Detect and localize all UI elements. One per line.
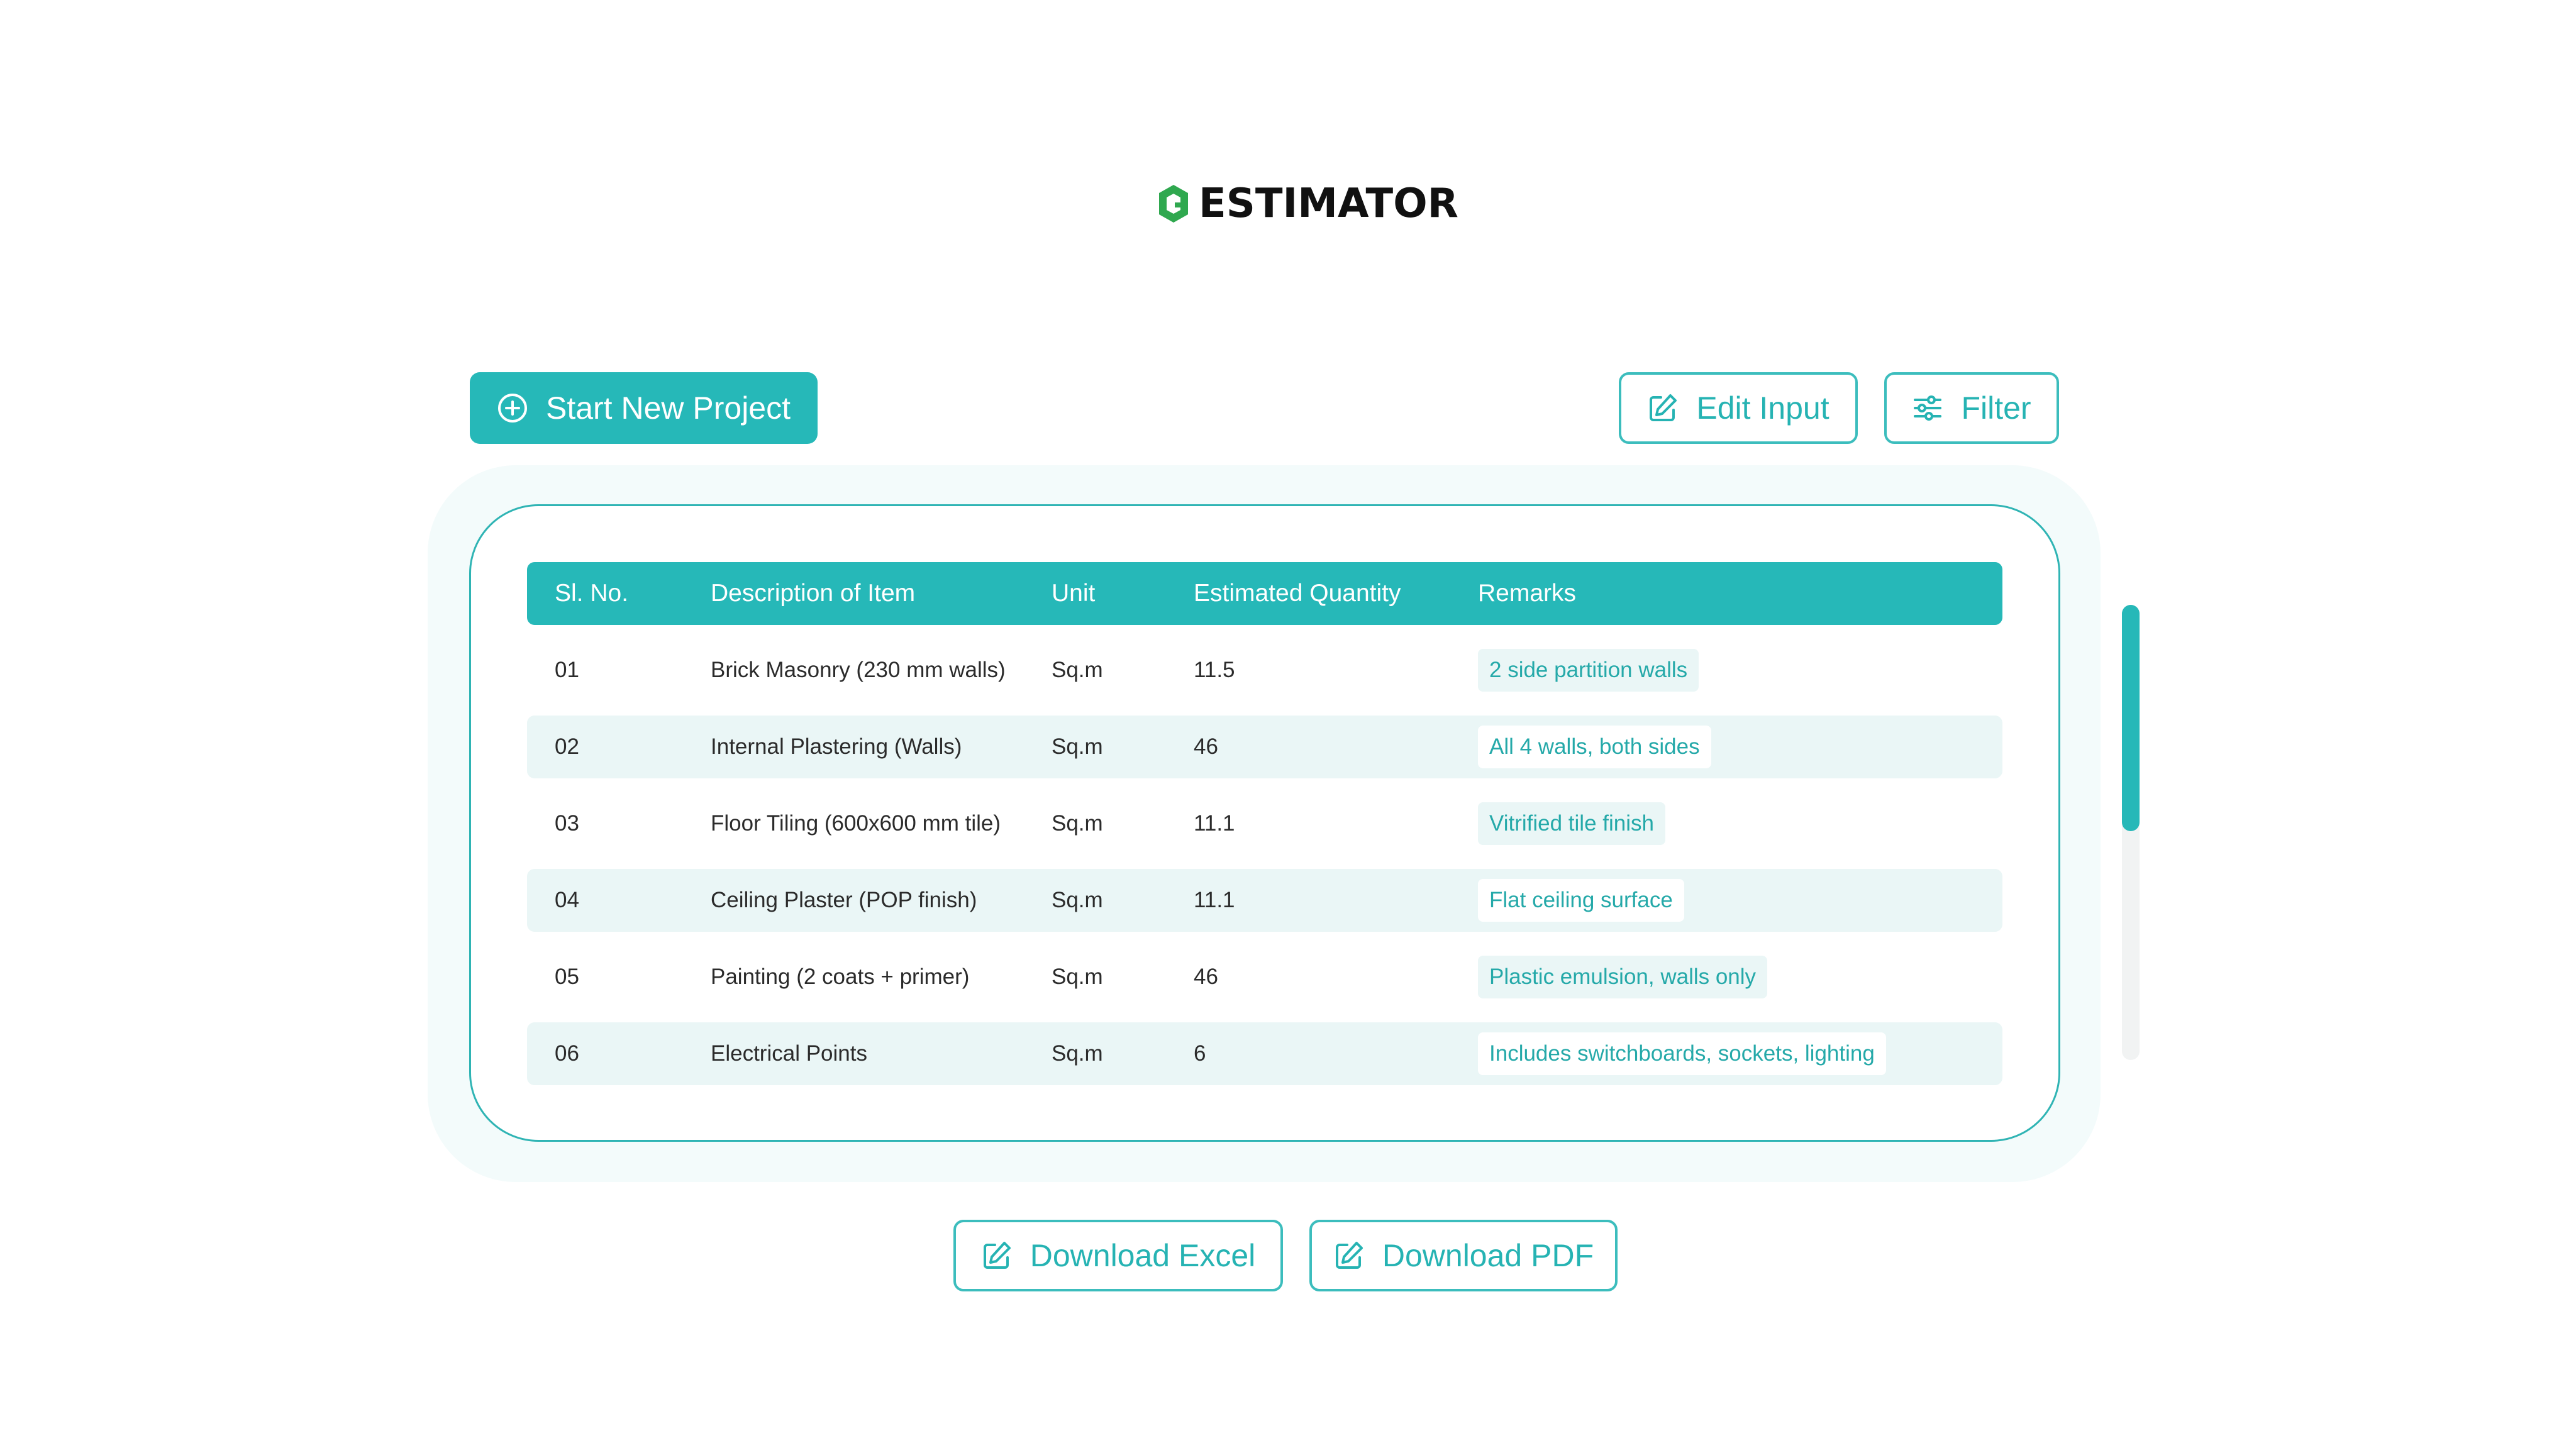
edit-icon (1650, 394, 1677, 421)
row-remarks: Flat ceiling surface (1478, 869, 1684, 932)
filter-button[interactable]: Filter (1884, 372, 2059, 444)
column-header-no: Sl. No. (555, 580, 629, 607)
row-remarks: Includes switchboards, sockets, lighting (1478, 1022, 1886, 1085)
row-remarks: Plastic emulsion, walls only (1478, 946, 1768, 1008)
column-header-unit: Unit (1052, 580, 1096, 607)
row-unit: Sq.m (1052, 811, 1103, 836)
row-remarks: Vitrified tile finish (1478, 792, 1665, 855)
download-pdf-button[interactable]: Download PDF (1309, 1220, 1618, 1291)
remarks-tag: 2 side partition walls (1478, 649, 1699, 692)
column-header-quantity: Estimated Quantity (1194, 580, 1401, 607)
row-quantity: 46 (1194, 734, 1218, 759)
column-header-description: Description of Item (711, 580, 916, 607)
row-description: Painting (2 coats + primer) (711, 964, 970, 989)
edit-icon (983, 1242, 1011, 1269)
remarks-tag: Vitrified tile finish (1478, 802, 1665, 845)
row-remarks: All 4 walls, both sides (1478, 716, 1711, 778)
edit-input-label: Edit Input (1696, 390, 1829, 426)
table-row[interactable]: 02 Internal Plastering (Walls) Sq.m 46 A… (527, 716, 2002, 778)
estimator-logo-icon (1159, 185, 1188, 223)
remarks-tag: All 4 walls, both sides (1478, 726, 1711, 768)
row-quantity: 11.1 (1194, 888, 1235, 912)
row-number: 04 (555, 888, 579, 912)
download-excel-button[interactable]: Download Excel (953, 1220, 1283, 1291)
row-number: 03 (555, 811, 579, 836)
row-quantity: 46 (1194, 964, 1218, 989)
row-unit: Sq.m (1052, 964, 1103, 989)
download-excel-label: Download Excel (1030, 1238, 1256, 1273)
edit-input-button[interactable]: Edit Input (1619, 372, 1858, 444)
row-description: Floor Tiling (600x600 mm tile) (711, 811, 1001, 836)
row-unit: Sq.m (1052, 734, 1103, 759)
row-description: Ceiling Plaster (POP finish) (711, 888, 977, 912)
filter-label: Filter (1961, 390, 2031, 426)
table-row[interactable]: 05 Painting (2 coats + primer) Sq.m 46 P… (527, 946, 2002, 1008)
remarks-tag: Includes switchboards, sockets, lighting (1478, 1032, 1886, 1075)
row-description: Internal Plastering (Walls) (711, 734, 962, 759)
start-new-project-button[interactable]: Start New Project (470, 372, 818, 444)
plus-circle-icon (497, 394, 527, 423)
row-description: Electrical Points (711, 1041, 867, 1066)
table-row[interactable]: 06 Electrical Points Sq.m 6 Includes swi… (527, 1022, 2002, 1085)
table-header: Sl. No. Description of Item Unit Estimat… (527, 562, 2002, 625)
row-unit: Sq.m (1052, 888, 1103, 912)
row-description: Brick Masonry (230 mm walls) (711, 658, 1006, 682)
remarks-tag: Flat ceiling surface (1478, 879, 1684, 922)
row-quantity: 6 (1194, 1041, 1206, 1066)
edit-icon (1335, 1242, 1363, 1269)
scrollbar-track[interactable] (2122, 605, 2140, 1060)
row-unit: Sq.m (1052, 1041, 1103, 1066)
row-quantity: 11.1 (1194, 811, 1235, 836)
row-remarks: 2 side partition walls (1478, 639, 1699, 702)
row-number: 06 (555, 1041, 579, 1066)
column-header-remarks: Remarks (1478, 580, 1577, 607)
download-pdf-label: Download PDF (1382, 1238, 1594, 1273)
brand-name: ESTIMATOR (1199, 180, 1458, 227)
table-row[interactable]: 04 Ceiling Plaster (POP finish) Sq.m 11.… (527, 869, 2002, 932)
remarks-tag: Plastic emulsion, walls only (1478, 956, 1768, 998)
row-number: 05 (555, 964, 579, 989)
row-number: 01 (555, 658, 579, 682)
sliders-icon (1914, 395, 1942, 421)
start-new-project-label: Start New Project (545, 390, 791, 426)
table-row[interactable]: 03 Floor Tiling (600x600 mm tile) Sq.m 1… (527, 792, 2002, 855)
row-number: 02 (555, 734, 579, 759)
brand-logo: ESTIMATOR (1157, 181, 1458, 226)
table-row[interactable]: 01 Brick Masonry (230 mm walls) Sq.m 11.… (527, 639, 2002, 702)
row-quantity: 11.5 (1194, 658, 1235, 682)
scrollbar-thumb[interactable] (2122, 605, 2140, 831)
row-unit: Sq.m (1052, 658, 1103, 682)
